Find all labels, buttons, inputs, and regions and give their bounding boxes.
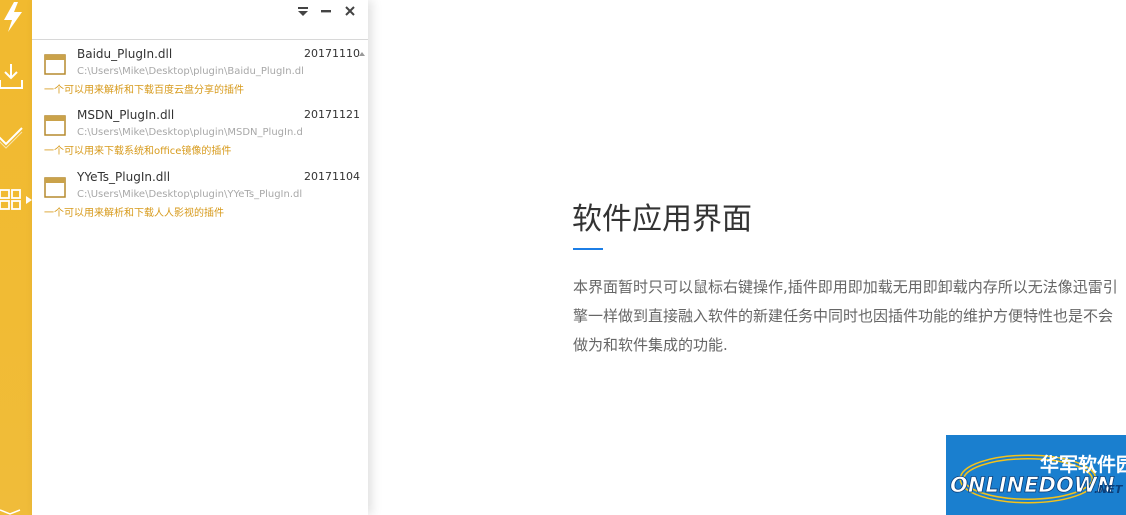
side-nav xyxy=(0,0,32,515)
plugin-path: C:\Users\Mike\Desktop\plugin\Baidu_PlugI… xyxy=(77,66,303,77)
plugin-date: 20171104 xyxy=(304,170,360,183)
plugin-path: C:\Users\Mike\Desktop\plugin\MSDN_PlugIn… xyxy=(77,127,303,138)
plugin-path: C:\Users\Mike\Desktop\plugin\YYeTs_PlugI… xyxy=(77,189,303,200)
window-app-icon xyxy=(44,177,66,199)
list-item[interactable]: YYeTs_PlugIn.dll 20171104 C:\Users\Mike\… xyxy=(32,164,362,224)
plugin-description: 一个可以用来下载系统和office镜像的插件 xyxy=(44,146,232,157)
plugin-description: 一个可以用来解析和下载人人影视的插件 xyxy=(44,208,224,219)
plugin-name: Baidu_PlugIn.dll xyxy=(77,47,173,61)
window-app-icon xyxy=(44,54,66,76)
plugin-date: 20171110 xyxy=(304,47,360,60)
list-item[interactable]: Baidu_PlugIn.dll 20171110 C:\Users\Mike\… xyxy=(32,41,362,101)
plugin-window: Baidu_PlugIn.dll 20171110 C:\Users\Mike\… xyxy=(32,0,368,515)
plugin-date: 20171121 xyxy=(304,108,360,121)
list-item[interactable]: MSDN_PlugIn.dll 20171121 C:\Users\Mike\D… xyxy=(32,102,362,162)
download-icon[interactable] xyxy=(0,58,32,98)
watermark-suffix: .NET xyxy=(1094,483,1124,496)
plugin-description: 一个可以用来解析和下载百度云盘分享的插件 xyxy=(44,85,244,96)
plugin-name: YYeTs_PlugIn.dll xyxy=(77,170,171,184)
plugin-name: MSDN_PlugIn.dll xyxy=(77,108,175,122)
window-app-icon xyxy=(44,115,66,137)
title-underline xyxy=(573,248,603,250)
site-watermark-logo: 华军软件园 ONLINEDOWN .NET xyxy=(946,435,1126,515)
minimize-icon[interactable] xyxy=(317,2,335,20)
feature-description: 本界面暂时只可以鼠标右键操作,插件即用即加载无用即卸载内存所以无法像迅雷引擎一样… xyxy=(573,278,1118,354)
dropdown-menu-icon[interactable] xyxy=(294,2,312,20)
grid-icon[interactable] xyxy=(0,180,32,220)
close-icon[interactable] xyxy=(341,2,359,20)
mail-icon[interactable] xyxy=(0,500,32,515)
lightning-icon[interactable] xyxy=(0,0,32,40)
check-icon[interactable] xyxy=(0,118,32,158)
feature-title: 软件应用界面 xyxy=(572,202,752,237)
watermark-en: ONLINEDOWN xyxy=(950,473,1115,497)
window-titlebar xyxy=(32,0,368,40)
